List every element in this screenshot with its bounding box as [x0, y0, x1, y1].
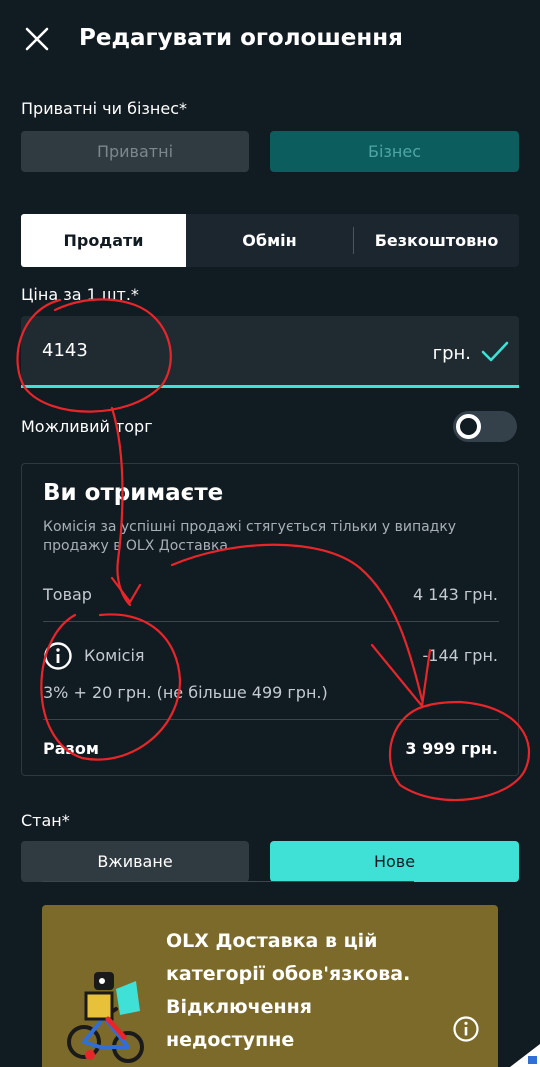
total-label: Разом	[43, 739, 99, 758]
price-label: Ціна за 1 шт.*	[21, 285, 139, 304]
commission-note: 3% + 20 грн. (не більше 499 грн.)	[43, 683, 328, 702]
info-icon[interactable]	[43, 641, 73, 671]
tab-exchange[interactable]: Обмін	[186, 214, 353, 267]
price-unit: грн.	[432, 343, 471, 364]
seller-type-private-button[interactable]: Приватні	[21, 131, 249, 172]
seller-type-business-button[interactable]: Бізнес	[270, 131, 519, 172]
tab-sell[interactable]: Продати	[21, 214, 186, 267]
delivery-banner-text: OLX Доставка в цій категорії обов'язкова…	[166, 930, 411, 1051]
price-input[interactable]: 4143 грн.	[21, 316, 519, 388]
corner-badge-icon	[510, 1044, 540, 1067]
condition-label: Стан*	[21, 811, 70, 830]
negotiable-toggle[interactable]	[453, 411, 517, 442]
courier-bike-icon	[67, 972, 144, 1063]
item-label: Товар	[43, 585, 92, 604]
earnings-card: Ви отримаєте Комісія за успішні продажі …	[21, 463, 519, 776]
condition-new-button[interactable]: Нове	[270, 841, 519, 882]
item-value: 4 143 грн.	[413, 585, 498, 604]
toggle-knob	[456, 414, 481, 439]
divider	[43, 621, 499, 622]
page-title: Редагувати оголошення	[79, 25, 403, 51]
deal-type-tabs: Продати Обмін Безкоштовно	[21, 214, 519, 267]
tab-free[interactable]: Безкоштовно	[354, 214, 519, 267]
commission-value: -144 грн.	[422, 646, 498, 665]
price-value[interactable]: 4143	[42, 338, 88, 364]
seller-type-label: Приватні чи бізнес*	[21, 99, 187, 118]
total-value: 3 999 грн.	[405, 739, 498, 758]
delivery-banner: OLX Доставка в цій категорії обов'язкова…	[42, 905, 498, 1067]
close-icon[interactable]	[22, 24, 52, 54]
condition-used-button[interactable]: Вживане	[21, 841, 249, 882]
commission-label: Комісія	[84, 646, 145, 665]
negotiable-label: Можливий торг	[21, 417, 153, 436]
check-icon	[481, 341, 509, 362]
divider	[42, 881, 414, 882]
divider	[43, 719, 499, 720]
info-icon[interactable]	[452, 1015, 480, 1043]
earnings-description: Комісія за успішні продажі стягується ті…	[43, 519, 457, 554]
earnings-title: Ви отримаєте	[43, 480, 224, 506]
